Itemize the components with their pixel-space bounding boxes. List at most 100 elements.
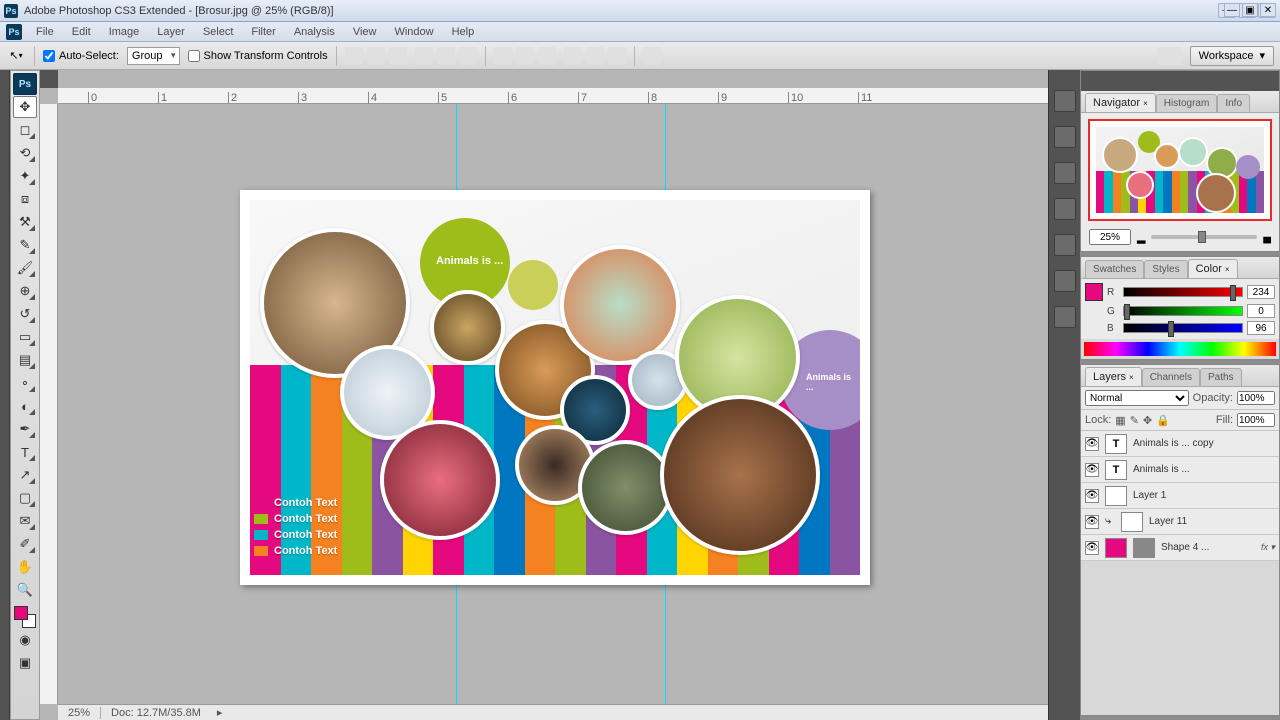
layer-row[interactable]: 👁TAnimals is ...: [1081, 457, 1279, 483]
gradient-tool[interactable]: ▤: [13, 349, 37, 371]
zoom-in-icon[interactable]: ▄: [1263, 231, 1271, 243]
fill-input[interactable]: [1237, 413, 1275, 427]
screenmode-icon[interactable]: ▣: [13, 652, 37, 674]
lasso-tool[interactable]: ⟲: [13, 142, 37, 164]
eyedropper-tool[interactable]: ✐: [13, 533, 37, 555]
dodge-tool[interactable]: ◐: [13, 395, 37, 417]
lock-all-icon[interactable]: 🔒: [1156, 414, 1170, 427]
tool-presets-icon[interactable]: [1054, 162, 1076, 184]
color-slider[interactable]: [1123, 306, 1243, 316]
menu-select[interactable]: Select: [195, 24, 242, 40]
dist-top-icon[interactable]: [494, 47, 512, 65]
paragraph-icon[interactable]: [1054, 306, 1076, 328]
tab-histogram[interactable]: Histogram: [1156, 94, 1218, 112]
tab-swatches[interactable]: Swatches: [1085, 260, 1144, 278]
align-vcenter-icon[interactable]: [367, 47, 385, 65]
notes-tool[interactable]: ✉: [13, 510, 37, 532]
document-canvas[interactable]: Animals is ... Animals is ... Contoh Tex…: [240, 190, 870, 585]
color-slider[interactable]: [1123, 323, 1243, 333]
navigator-thumbnail[interactable]: [1088, 119, 1272, 221]
align-hcenter-icon[interactable]: [437, 47, 455, 65]
layer-row[interactable]: 👁TAnimals is ... copy: [1081, 431, 1279, 457]
dist-vcenter-icon[interactable]: [516, 47, 534, 65]
character-icon[interactable]: [1054, 270, 1076, 292]
quickmask-icon[interactable]: ◉: [13, 629, 37, 651]
tab-paths[interactable]: Paths: [1200, 368, 1242, 386]
tab-color[interactable]: Color×: [1188, 259, 1238, 278]
wand-tool[interactable]: ✦: [13, 165, 37, 187]
menu-edit[interactable]: Edit: [64, 24, 99, 40]
slice-tool[interactable]: ⚒: [13, 211, 37, 233]
lock-position-icon[interactable]: ✥: [1143, 414, 1152, 427]
dist-bottom-icon[interactable]: [538, 47, 556, 65]
tab-styles[interactable]: Styles: [1144, 260, 1187, 278]
lock-pixels-icon[interactable]: ✎: [1130, 414, 1139, 427]
layer-row[interactable]: 👁Layer 1: [1081, 483, 1279, 509]
brushes-icon[interactable]: [1054, 90, 1076, 112]
foreground-swatch[interactable]: [1085, 283, 1103, 301]
clone-source-icon[interactable]: [1054, 126, 1076, 148]
visibility-toggle-icon[interactable]: 👁: [1085, 515, 1099, 529]
menu-view[interactable]: View: [345, 24, 385, 40]
crop-tool[interactable]: ⧈: [13, 188, 37, 210]
shape-tool[interactable]: ▢: [13, 487, 37, 509]
blur-tool[interactable]: ∘: [13, 372, 37, 394]
tab-channels[interactable]: Channels: [1142, 368, 1200, 386]
color-value[interactable]: 96: [1247, 321, 1275, 335]
visibility-toggle-icon[interactable]: 👁: [1085, 463, 1099, 477]
menu-filter[interactable]: Filter: [243, 24, 283, 40]
eraser-tool[interactable]: ▭: [13, 326, 37, 348]
align-top-icon[interactable]: [345, 47, 363, 65]
layer-row[interactable]: 👁Shape 4 ...fx ▾: [1081, 535, 1279, 561]
color-spectrum[interactable]: [1084, 342, 1276, 356]
align-left-icon[interactable]: [415, 47, 433, 65]
tab-layers[interactable]: Layers×: [1085, 367, 1142, 386]
visibility-toggle-icon[interactable]: 👁: [1085, 541, 1099, 555]
menu-window[interactable]: Window: [386, 24, 441, 40]
ps-home[interactable]: Ps: [13, 73, 37, 95]
zoom-readout[interactable]: 25%: [58, 707, 100, 719]
blend-mode-dropdown[interactable]: Normal: [1085, 390, 1189, 406]
move-tool[interactable]: ✥: [13, 96, 37, 118]
go-bridge-icon[interactable]: [1158, 47, 1182, 65]
align-bottom-icon[interactable]: [389, 47, 407, 65]
show-transform-checkbox[interactable]: Show Transform Controls: [188, 50, 328, 62]
panel-grip[interactable]: [1081, 71, 1279, 91]
menu-layer[interactable]: Layer: [149, 24, 193, 40]
opacity-input[interactable]: [1237, 391, 1275, 405]
auto-select-checkbox[interactable]: Auto-Select:: [43, 50, 119, 62]
visibility-toggle-icon[interactable]: 👁: [1085, 489, 1099, 503]
path-tool[interactable]: ↗: [13, 464, 37, 486]
menu-help[interactable]: Help: [444, 24, 483, 40]
type-tool[interactable]: T: [13, 441, 37, 463]
actions-icon[interactable]: [1054, 234, 1076, 256]
tab-info[interactable]: Info: [1217, 94, 1250, 112]
auto-align-icon[interactable]: [643, 47, 661, 65]
navigator-zoom-slider[interactable]: [1151, 235, 1257, 239]
doc-close-button[interactable]: ✕: [1260, 3, 1276, 17]
zoom-out-icon[interactable]: ▂: [1137, 231, 1145, 244]
color-value[interactable]: 0: [1247, 304, 1275, 318]
marquee-tool[interactable]: ◻: [13, 119, 37, 141]
brush-tool[interactable]: 🖌: [13, 257, 37, 279]
doc-info-readout[interactable]: Doc: 12.7M/35.8M: [100, 707, 211, 719]
doc-minimize-button[interactable]: —: [1224, 3, 1240, 17]
menu-file[interactable]: File: [28, 24, 62, 40]
menu-analysis[interactable]: Analysis: [286, 24, 343, 40]
layer-row[interactable]: 👁⤷Layer 11: [1081, 509, 1279, 535]
hand-tool[interactable]: ✋: [13, 556, 37, 578]
zoom-tool[interactable]: 🔍: [13, 579, 37, 601]
lock-transparency-icon[interactable]: ▦: [1115, 414, 1125, 427]
ps-menu-icon[interactable]: Ps: [6, 24, 22, 40]
navigator-zoom-input[interactable]: [1089, 229, 1131, 245]
workspace-dropdown[interactable]: Workspace▾: [1190, 46, 1274, 66]
dist-hcenter-icon[interactable]: [586, 47, 604, 65]
dock-grip[interactable]: [0, 70, 10, 720]
align-right-icon[interactable]: [459, 47, 477, 65]
auto-select-dropdown[interactable]: Group: [127, 47, 180, 65]
tab-navigator[interactable]: Navigator×: [1085, 93, 1156, 112]
layer-comps-icon[interactable]: [1054, 198, 1076, 220]
stamp-tool[interactable]: ⊕: [13, 280, 37, 302]
history-tool[interactable]: ↺: [13, 303, 37, 325]
visibility-toggle-icon[interactable]: 👁: [1085, 437, 1099, 451]
